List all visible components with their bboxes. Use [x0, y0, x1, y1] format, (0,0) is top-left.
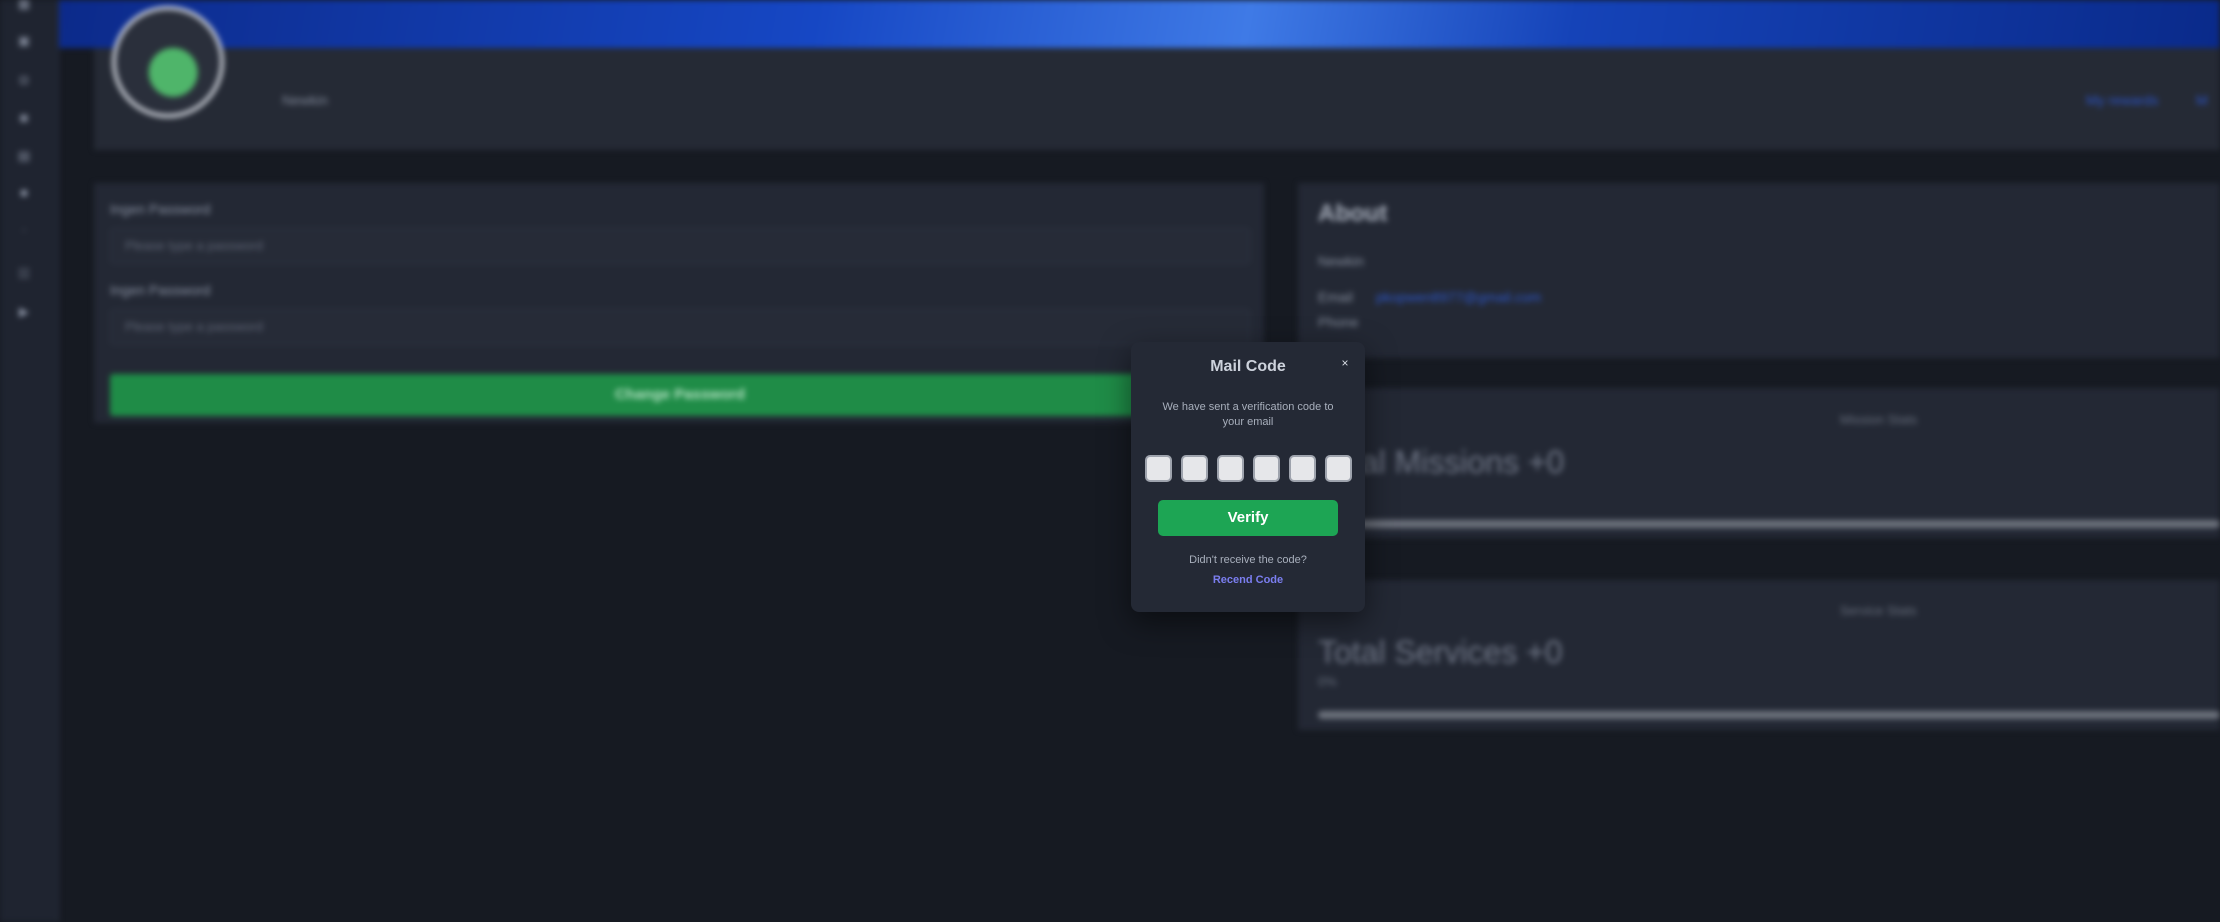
dot-icon[interactable]: · — [16, 222, 32, 238]
new-password-input[interactable]: Please type a password — [110, 228, 1250, 264]
wallet-icon[interactable]: ◙ — [16, 110, 32, 126]
change-password-button[interactable]: Change Password — [110, 374, 1250, 416]
missions-progress — [1318, 520, 2220, 528]
confirm-password-input[interactable]: Please type a password — [110, 309, 1250, 345]
profile-card — [94, 48, 2220, 150]
new-password-label: Ingen Password — [110, 201, 211, 217]
team-icon[interactable]: ☷ — [16, 266, 32, 282]
code-digit-4[interactable] — [1253, 455, 1280, 482]
sidebar: ▦ ▣ ◘ ◙ ▤ ■ · ☷ ▶ — [0, 0, 59, 922]
about-title: About — [1318, 200, 1388, 227]
code-digit-6[interactable] — [1325, 455, 1352, 482]
code-digit-3[interactable] — [1217, 455, 1244, 482]
background-app: ▦ ▣ ◘ ◙ ▤ ■ · ☷ ▶ Newkin My rewards M In… — [0, 0, 2220, 922]
code-digit-5[interactable] — [1289, 455, 1316, 482]
about-email-value[interactable]: pkopwen8977@gmail.com — [1376, 289, 1541, 305]
code-digit-1[interactable] — [1145, 455, 1172, 482]
camera-icon[interactable]: ◘ — [16, 72, 32, 88]
contacts-icon[interactable]: ▣ — [16, 33, 32, 49]
grid-icon[interactable]: ▦ — [16, 0, 32, 12]
calendar-icon[interactable]: ▤ — [16, 148, 32, 164]
about-card — [1298, 183, 2220, 358]
resend-code-link[interactable]: Recend Code — [1131, 574, 1365, 586]
missions-heading: Mission Stats — [1840, 412, 1918, 427]
profile-link-rewards[interactable]: My rewards — [2086, 92, 2158, 108]
services-total: Total Services +0 — [1318, 634, 1563, 670]
resend-question: Didn't receive the code? — [1189, 554, 1307, 566]
close-icon[interactable]: × — [1338, 356, 1352, 370]
verify-button[interactable]: Verify — [1158, 500, 1338, 536]
lock-icon[interactable]: ■ — [16, 185, 32, 201]
about-phone-label: Phone — [1318, 314, 1359, 330]
code-digit-2[interactable] — [1181, 455, 1208, 482]
services-heading: Service Stats — [1840, 603, 1917, 618]
modal-title: Mail Code — [1210, 358, 1286, 375]
about-username: Newkin — [1318, 253, 1364, 269]
about-email-label: Email — [1318, 289, 1354, 305]
profile-link-more[interactable]: M — [2196, 92, 2208, 108]
confirm-password-label: Ingen Password — [110, 282, 211, 298]
profile-name: Newkin — [282, 92, 328, 108]
profile-banner — [59, 0, 2220, 48]
modal-message: We have sent a verification code to your… — [1162, 401, 1334, 428]
services-sub: 0% — [1318, 674, 1337, 689]
avatar — [112, 6, 224, 118]
services-progress — [1318, 711, 2220, 719]
mail-code-modal: Mail Code × We have sent a verification … — [1131, 342, 1365, 612]
youtube-icon[interactable]: ▶ — [16, 304, 32, 320]
code-inputs — [1145, 455, 1355, 482]
